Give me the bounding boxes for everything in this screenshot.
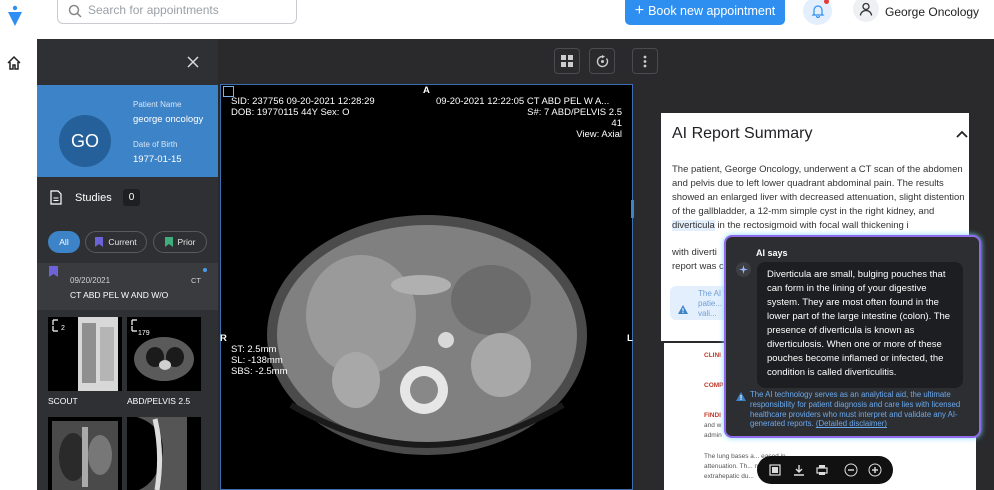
detailed-disclaimer-link[interactable]: (Detailed disclaimer) xyxy=(816,419,887,428)
home-icon[interactable] xyxy=(6,55,22,71)
report-text: The patient, George Oncology, underwent … xyxy=(672,164,965,217)
image-icon[interactable] xyxy=(769,464,781,476)
overlay-sbs: SBS: -2.5mm xyxy=(231,366,288,377)
sparkle-icon xyxy=(736,262,751,277)
study-description: CT ABD PEL W AND W/O xyxy=(70,290,169,300)
patient-avatar: GO xyxy=(59,115,111,167)
highlighted-term[interactable]: diverticula xyxy=(672,220,715,231)
study-indicator-dot xyxy=(203,268,207,272)
bookmark-icon xyxy=(95,237,104,247)
search-input[interactable] xyxy=(88,3,288,17)
ai-says-title: AI says xyxy=(756,248,788,258)
abd-series-label: ABD/PELVIS 2.5 xyxy=(127,396,191,406)
user-icon xyxy=(859,2,873,16)
abd-series-count: 179 xyxy=(138,330,150,337)
overlay-sid: SID: 237756 09-20-2021 12:28:29 xyxy=(231,96,375,107)
filter-current-button[interactable]: Current xyxy=(85,231,147,253)
grid-icon xyxy=(561,55,573,67)
overlay-slice-location: SL: -138mm xyxy=(231,355,283,366)
overlay-datetime: 09-20-2021 12:22:05 CT ABD PEL W A... xyxy=(436,96,610,107)
filter-all-button[interactable]: All xyxy=(48,231,80,253)
pdf-bottom-line-3: extrahepatic du... xyxy=(704,473,754,480)
more-icon xyxy=(643,55,647,67)
filter-prior-label: Prior xyxy=(177,237,196,247)
report-text-continued: in the rectosigmoid with focal wall thic… xyxy=(714,220,909,231)
chevron-up-icon[interactable] xyxy=(956,130,968,138)
ct-axial-image xyxy=(267,215,587,455)
orientation-left: R xyxy=(220,333,227,344)
studies-count: 0 xyxy=(123,189,140,206)
series-thumbnail-coronal[interactable] xyxy=(48,417,122,490)
pdf-findings-heading: FINDI xyxy=(704,412,721,419)
filter-prior-button[interactable]: Prior xyxy=(153,231,207,253)
user-name[interactable]: George Oncology xyxy=(885,5,979,19)
pdf-comparison-heading: COMP xyxy=(704,382,724,389)
search-box[interactable] xyxy=(57,0,297,24)
study-date: 09/20/2021 xyxy=(70,276,111,285)
bookmark-icon xyxy=(164,237,173,247)
studies-label: Studies xyxy=(75,192,112,204)
info-icon xyxy=(678,305,688,314)
overlay-series: S#: 7 ABD/PELVIS 2.5 xyxy=(527,107,622,118)
study-modality: CT xyxy=(191,276,201,285)
download-icon[interactable] xyxy=(793,464,805,476)
sagittal-image xyxy=(137,417,187,490)
layout-button[interactable] xyxy=(554,48,580,74)
book-appointment-button[interactable]: + Book new appointment xyxy=(625,0,785,25)
pdf-toolbar xyxy=(757,456,893,484)
logo-icon[interactable] xyxy=(6,5,24,27)
reset-icon xyxy=(596,54,608,67)
bookmark-icon xyxy=(49,266,58,277)
zoom-in-icon[interactable] xyxy=(868,463,882,477)
ai-disclaimer: The AI technology serves as an analytica… xyxy=(750,390,970,429)
scout-series-count: 2 xyxy=(61,325,65,332)
print-icon[interactable] xyxy=(816,464,828,476)
dicom-viewport[interactable] xyxy=(220,84,633,490)
plus-icon: + xyxy=(634,1,645,19)
ai-message-text: Diverticula are small, bulging pouches t… xyxy=(767,269,951,378)
orientation-top: A xyxy=(423,85,430,96)
filter-current-label: Current xyxy=(108,237,137,247)
info-icon xyxy=(736,392,746,401)
patient-dob: 1977-01-15 xyxy=(133,154,182,165)
viewport-scrollbar[interactable] xyxy=(631,200,634,218)
reset-view-button[interactable] xyxy=(589,48,615,74)
series-thumbnail-scout[interactable] xyxy=(48,317,122,391)
patient-name-label: Patient Name xyxy=(133,100,182,109)
overlay-instance: 41 xyxy=(611,118,622,129)
overlay-view: View: Axial xyxy=(576,129,622,140)
scout-image xyxy=(52,317,118,391)
report-line-with: with diverti xyxy=(672,247,717,258)
more-options-button[interactable] xyxy=(632,48,658,74)
patient-name: george oncology xyxy=(133,114,204,125)
pdf-findings-line-1: and w xyxy=(704,422,722,429)
report-title: AI Report Summary xyxy=(672,125,813,142)
study-list-item[interactable] xyxy=(37,263,218,310)
document-icon xyxy=(50,190,62,205)
pdf-clinical-heading: CLINI xyxy=(704,352,721,359)
series-thumbnail-sagittal[interactable] xyxy=(127,417,201,490)
dob-label: Date of Birth xyxy=(133,140,178,149)
overlay-dob: DOB: 19770115 44Y Sex: O xyxy=(231,107,350,118)
bell-icon xyxy=(811,5,824,18)
overlay-slice-thickness: ST: 2.5mm xyxy=(231,344,277,355)
report-body: The patient, George Oncology, underwent … xyxy=(672,163,974,233)
report-line-report: report was c xyxy=(672,261,724,272)
close-icon[interactable] xyxy=(186,55,200,69)
coronal-image xyxy=(52,421,118,490)
search-icon xyxy=(68,4,82,18)
pdf-findings-line-2: admin xyxy=(704,432,722,439)
scout-series-label: SCOUT xyxy=(48,396,78,406)
zoom-out-icon[interactable] xyxy=(844,463,858,477)
notification-dot xyxy=(824,0,829,4)
orientation-right: L xyxy=(627,333,633,344)
book-appointment-label: Book new appointment xyxy=(648,3,776,18)
